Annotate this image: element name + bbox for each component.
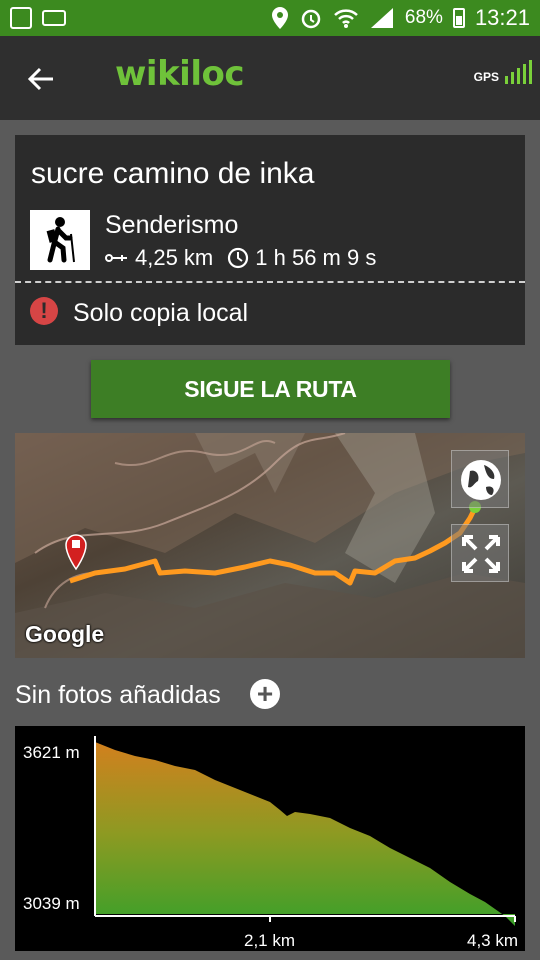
local-copy-warning: Solo copia local xyxy=(73,299,249,327)
status-bar: 68% 13:21 xyxy=(0,0,540,36)
elevation-min-label: 3039 m xyxy=(23,894,80,913)
globe-icon xyxy=(461,460,501,500)
route-map[interactable]: Google xyxy=(15,433,525,658)
elevation-area xyxy=(95,742,515,926)
gps-signal-bar xyxy=(529,60,532,84)
alarm-icon xyxy=(301,9,321,29)
back-arrow-icon[interactable] xyxy=(26,64,56,94)
hiking-icon xyxy=(30,210,90,270)
battery-percent: 68% xyxy=(404,7,443,28)
distance-mid-label: 2,1 km xyxy=(244,931,296,950)
clock-icon xyxy=(228,247,249,269)
card-divider xyxy=(15,281,525,283)
follow-route-button[interactable]: SIGUE LA RUTA xyxy=(91,360,450,418)
gps-label: GPS xyxy=(473,70,499,84)
app-bar: wikiloc GPS xyxy=(0,36,540,120)
battery-icon xyxy=(452,8,465,28)
route-stats: 4,25 km 1 h 56 m 9 s xyxy=(105,245,376,271)
elevation-chart xyxy=(94,736,516,926)
elevation-profile[interactable]: 3621 m 3039 m 2,1 km 4,3 km xyxy=(15,726,525,951)
gps-signal-bar xyxy=(517,68,520,84)
route-title: sucre camino de inka xyxy=(31,157,315,190)
location-icon xyxy=(271,7,288,29)
distance-icon xyxy=(105,254,127,262)
voicemail-icon xyxy=(42,10,66,26)
add-photo-icon[interactable]: + xyxy=(250,679,280,709)
map-fullscreen-button[interactable] xyxy=(451,524,509,582)
expand-icon xyxy=(462,535,500,573)
distance-max-label: 4,3 km xyxy=(467,931,519,950)
gps-status[interactable]: GPS xyxy=(474,60,532,84)
alert-icon: ! xyxy=(30,297,58,325)
app-logo: wikiloc xyxy=(115,54,245,94)
gps-signal-bar xyxy=(523,64,526,84)
route-distance: 4,25 km xyxy=(135,245,214,270)
route-card: sucre camino de inka Senderismo 4,25 km … xyxy=(15,135,525,345)
status-time: 13:21 xyxy=(474,5,530,30)
photos-label: Sin fotos añadidas xyxy=(15,681,221,709)
map-layers-button[interactable] xyxy=(451,450,509,508)
signal-icon xyxy=(370,8,393,28)
gps-signal-bar xyxy=(511,72,514,84)
wifi-icon xyxy=(334,9,358,28)
activity-type: Senderismo xyxy=(105,211,239,239)
elevation-max-label: 3621 m xyxy=(23,743,80,762)
google-attribution: Google xyxy=(25,621,105,647)
gps-app-icon xyxy=(10,7,32,29)
gps-signal-bar xyxy=(505,76,508,84)
route-duration: 1 h 56 m 9 s xyxy=(255,245,377,270)
